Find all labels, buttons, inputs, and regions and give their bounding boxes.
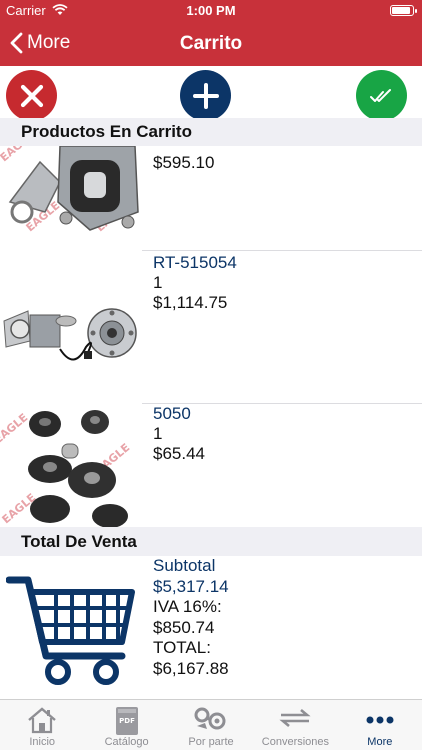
subtotal-label: Subtotal [153, 556, 216, 575]
tab-label: Conversiones [261, 736, 330, 748]
cart-item[interactable]: EAGLE EAGLE EAGLE EAGLE $595.10 [0, 146, 422, 250]
tab-label: Por parte [188, 736, 234, 748]
totals-panel: Subtotal $5,317.14 IVA 16%: $850.74 TOTA… [0, 556, 422, 699]
pdf-book-icon: PDF [114, 706, 140, 739]
cart-item-details: RT-515054 1 $1,114.75 [153, 253, 237, 313]
iva-label: IVA 16%: [153, 597, 222, 617]
tab-por-parte[interactable]: Por parte [169, 700, 253, 750]
tab-conversiones[interactable]: Conversiones [253, 700, 337, 750]
subtotal-value: $5,317.14 [153, 576, 229, 596]
confirm-order-button[interactable] [356, 70, 407, 121]
product-price: $595.10 [153, 153, 215, 172]
cart-item[interactable]: EAGLE EAGLE EAGLE 5050 1 $65.44 [0, 404, 422, 527]
battery-icon [390, 5, 417, 16]
home-icon [27, 706, 57, 737]
product-image: EAGLE EAGLE EAGLE EAGLE [0, 146, 142, 247]
product-image: EAGLE EAGLE EAGLE [0, 404, 142, 527]
svg-text:PDF: PDF [119, 717, 135, 725]
cart-section-header: Productos En Carrito [0, 118, 422, 146]
product-price: $65.44 [153, 444, 205, 463]
cart-item-details: 5050 1 $65.44 [153, 404, 205, 464]
cart-item[interactable]: RT-515054 1 $1,114.75 [0, 251, 422, 403]
plus-icon [192, 82, 219, 109]
parts-icon [193, 706, 229, 735]
page-title: Carrito [179, 33, 243, 54]
product-image [0, 251, 142, 403]
tab-label: Catálogo [104, 736, 149, 748]
cart-items-list[interactable]: EAGLE EAGLE EAGLE EAGLE $595.10 [0, 146, 422, 527]
tab-catalogo[interactable]: PDF Catálogo [84, 700, 168, 750]
add-product-button[interactable] [180, 70, 231, 121]
navigation-bar: More Carrito [0, 22, 422, 66]
iva-value: $850.74 [153, 617, 215, 637]
tab-inicio[interactable]: Inicio [0, 700, 84, 750]
cancel-cart-button[interactable] [6, 70, 57, 121]
tab-bar: Inicio PDF Catálogo Por parte Conversion… [0, 699, 422, 750]
cart-action-row [0, 66, 422, 121]
conversion-icon [279, 706, 312, 733]
status-time: 1:00 PM [186, 3, 236, 18]
double-check-icon [369, 88, 391, 102]
more-dots-icon [365, 706, 395, 733]
product-quantity: 1 [153, 424, 163, 443]
tab-label: More [367, 736, 393, 748]
product-code: 5050 [153, 404, 191, 423]
total-label: TOTAL: [153, 638, 211, 658]
shopping-cart-icon [5, 574, 136, 694]
product-quantity: 1 [153, 273, 163, 292]
total-value: $6,167.88 [153, 658, 229, 678]
tab-more[interactable]: More [338, 700, 422, 750]
product-price: $1,114.75 [153, 293, 228, 312]
tab-label: Inicio [29, 736, 56, 748]
status-bar: Carrier 1:00 PM [0, 0, 422, 22]
totals-summary: Subtotal $5,317.14 IVA 16%: $850.74 TOTA… [153, 556, 229, 680]
product-code: RT-515054 [153, 253, 237, 272]
totals-section-header: Total De Venta [0, 527, 422, 556]
close-icon [20, 84, 43, 107]
